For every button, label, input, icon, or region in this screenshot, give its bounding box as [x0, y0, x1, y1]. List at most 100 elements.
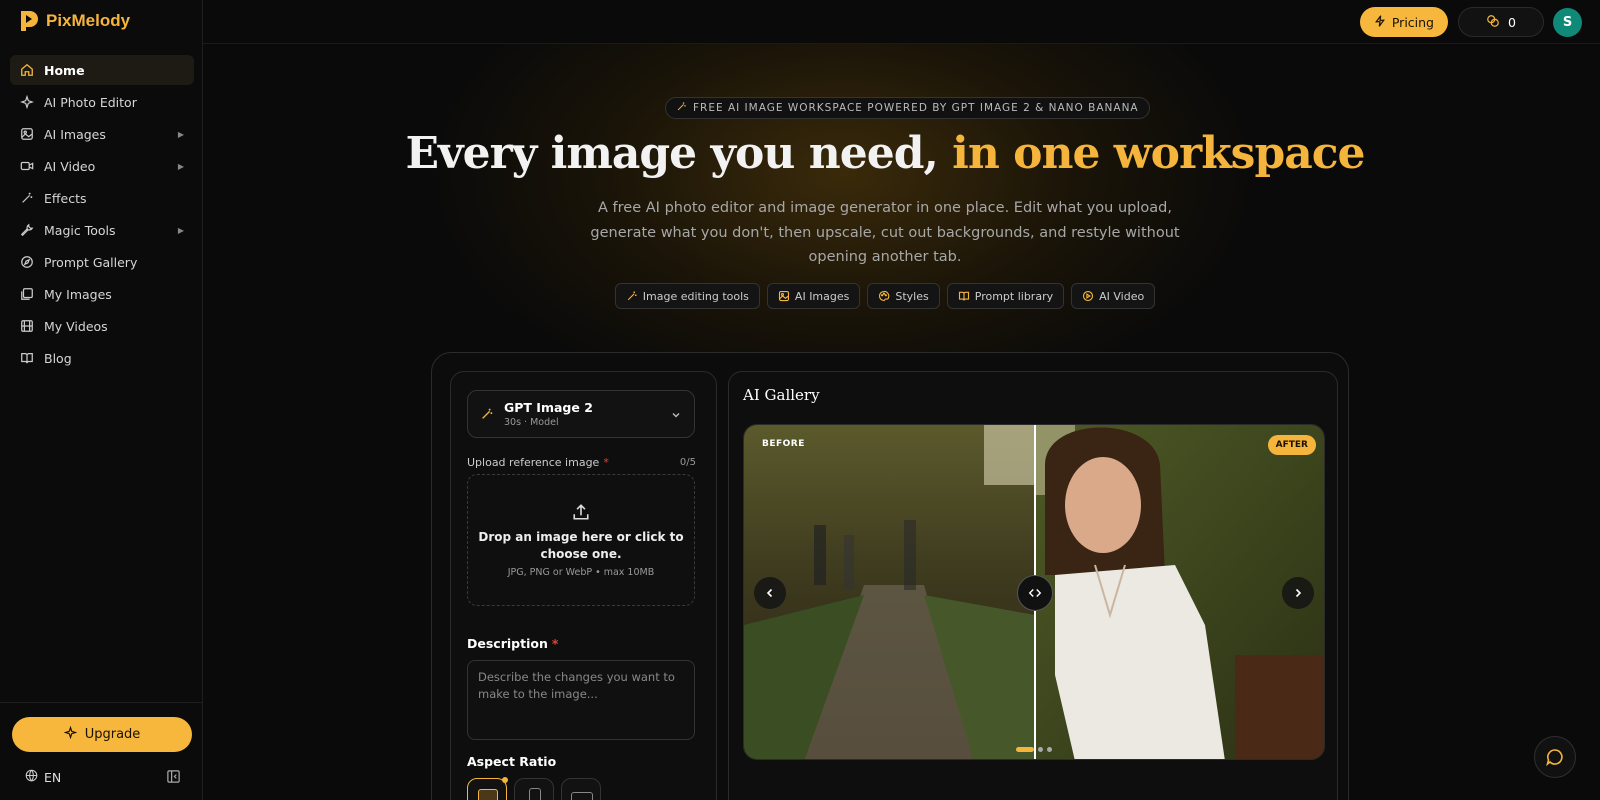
sidebar-footer: Upgrade EN: [0, 702, 203, 800]
sidebar-item-label: Prompt Gallery: [44, 254, 138, 270]
required-marker: *: [603, 456, 609, 469]
sidebar-item-magic-tools[interactable]: Magic Tools ▶: [10, 215, 194, 245]
sidebar-nav: Home AI Photo Editor AI Images ▶ AI Vide…: [10, 55, 194, 375]
chip-label: AI Images: [794, 289, 850, 303]
model-selector[interactable]: GPT Image 2 30s · Model: [467, 390, 695, 438]
hero-badge: FREE AI IMAGE WORKSPACE POWERED BY GPT I…: [665, 97, 1150, 119]
dropzone-hint: JPG, PNG or WebP • max 10MB: [507, 567, 655, 578]
image-icon: [20, 127, 34, 141]
landscape-ratio-icon: [571, 792, 593, 800]
sidebar-item-ai-images[interactable]: AI Images ▶: [10, 119, 194, 149]
aspect-ratio-label: Aspect Ratio: [467, 754, 557, 769]
slide-dot[interactable]: [1038, 747, 1043, 752]
sidebar-item-my-videos[interactable]: My Videos: [10, 311, 194, 341]
play-icon: [1083, 290, 1094, 302]
images-icon: [20, 287, 34, 301]
globe-icon: [25, 769, 38, 785]
submenu-arrow-icon: ▶: [177, 129, 184, 139]
aspect-ratio-square[interactable]: [467, 777, 508, 800]
sidebar-item-ai-photo-editor[interactable]: AI Photo Editor: [10, 87, 194, 117]
hero-title: Every image you need, in one workspace: [203, 128, 1567, 179]
image-dropzone[interactable]: Drop an image here or click to choose on…: [467, 474, 695, 606]
video-icon: [20, 159, 34, 173]
chip-image-editing-tools[interactable]: Image editing tools: [614, 283, 760, 309]
upload-count: 0/5: [679, 457, 696, 468]
before-after-slider[interactable]: BEFORE AFTER: [743, 424, 1325, 760]
language-label: EN: [44, 769, 62, 785]
home-icon: [20, 63, 34, 77]
sidebar-item-label: Magic Tools: [44, 222, 116, 238]
feature-chips: Image editing tools AI Images Styles Pro…: [203, 283, 1567, 309]
wand-icon: [480, 407, 494, 421]
hero-badge-text: FREE AI IMAGE WORKSPACE POWERED BY GPT I…: [693, 102, 1139, 114]
credits-badge[interactable]: 0: [1458, 7, 1544, 37]
pricing-button[interactable]: Pricing: [1359, 7, 1448, 37]
palette-icon: [879, 290, 890, 302]
pricing-label: Pricing: [1391, 14, 1434, 30]
portrait-ratio-icon: [529, 788, 541, 800]
sidebar-item-label: Effects: [44, 190, 87, 206]
sidebar-item-ai-video[interactable]: AI Video ▶: [10, 151, 194, 181]
selected-dot-icon: [502, 777, 508, 783]
sparkle-icon: [20, 95, 34, 109]
slide-indicators: [1016, 747, 1052, 752]
sidebar-item-my-images[interactable]: My Images: [10, 279, 194, 309]
slide-dot-active[interactable]: [1016, 747, 1034, 752]
chip-label: Image editing tools: [642, 289, 749, 303]
coins-icon: [1486, 14, 1500, 31]
upload-icon: [573, 504, 589, 520]
sparkle-icon: [63, 725, 78, 743]
sidebar-collapse-icon[interactable]: [166, 769, 181, 784]
language-selector[interactable]: EN: [25, 769, 61, 785]
chevron-left-icon: [766, 588, 773, 598]
chevron-down-icon: [672, 413, 680, 418]
chip-styles[interactable]: Styles: [867, 283, 940, 309]
model-name: GPT Image 2: [504, 400, 593, 415]
slide-dot[interactable]: [1047, 747, 1052, 752]
sidebar-item-blog[interactable]: Blog: [10, 343, 194, 373]
aspect-ratio-landscape[interactable]: [561, 778, 601, 800]
chip-label: AI Video: [1099, 289, 1145, 303]
compare-handle[interactable]: [1017, 575, 1053, 611]
wand-icon: [627, 291, 637, 301]
chip-prompt-library[interactable]: Prompt library: [946, 283, 1065, 309]
app-name: PixMelody: [46, 11, 131, 30]
next-slide-button[interactable]: [1282, 577, 1314, 609]
app-logo[interactable]: PixMelody: [18, 9, 130, 33]
dropzone-title: Drop an image here or click to choose on…: [478, 530, 684, 561]
sidebar-item-home[interactable]: Home: [10, 55, 194, 85]
logo-icon: [21, 11, 38, 31]
sidebar-item-label: Blog: [44, 350, 72, 366]
hero-title-accent: in one workspace: [952, 128, 1365, 179]
sidebar-item-effects[interactable]: Effects: [10, 183, 194, 213]
sidebar-item-label: AI Video: [44, 158, 96, 174]
user-avatar[interactable]: S: [1553, 8, 1582, 37]
before-label: BEFORE: [762, 439, 805, 449]
sidebar-item-label: Home: [44, 62, 85, 78]
sidebar-item-prompt-gallery[interactable]: Prompt Gallery: [10, 247, 194, 277]
wand-icon: [20, 191, 34, 205]
after-label: AFTER: [1267, 435, 1316, 455]
top-bar: Pricing 0 S: [203, 0, 1600, 44]
aspect-ratio-portrait[interactable]: [514, 778, 554, 800]
chip-label: Styles: [895, 289, 929, 303]
wrench-icon: [20, 223, 34, 237]
chat-support-button[interactable]: [1534, 736, 1576, 778]
upload-label-text: Upload reference image: [467, 456, 600, 469]
prev-slide-button[interactable]: [754, 577, 786, 609]
square-ratio-icon: [478, 789, 498, 800]
upgrade-button[interactable]: Upgrade: [12, 717, 192, 752]
hero-title-main: Every image you need,: [405, 128, 953, 179]
description-label: Description *: [467, 636, 558, 651]
main-content: FREE AI IMAGE WORKSPACE POWERED BY GPT I…: [203, 44, 1600, 800]
lightning-icon: [1374, 14, 1386, 30]
chip-label: Prompt library: [974, 289, 1054, 303]
description-label-text: Description: [467, 636, 548, 651]
chip-ai-images[interactable]: AI Images: [766, 283, 861, 309]
image-icon: [778, 290, 789, 302]
description-input[interactable]: Describe the changes you want to make to…: [467, 660, 695, 740]
compass-icon: [20, 255, 34, 269]
required-marker: *: [551, 636, 559, 651]
chevron-right-icon: [1295, 588, 1302, 598]
chip-ai-video[interactable]: AI Video: [1071, 283, 1156, 309]
